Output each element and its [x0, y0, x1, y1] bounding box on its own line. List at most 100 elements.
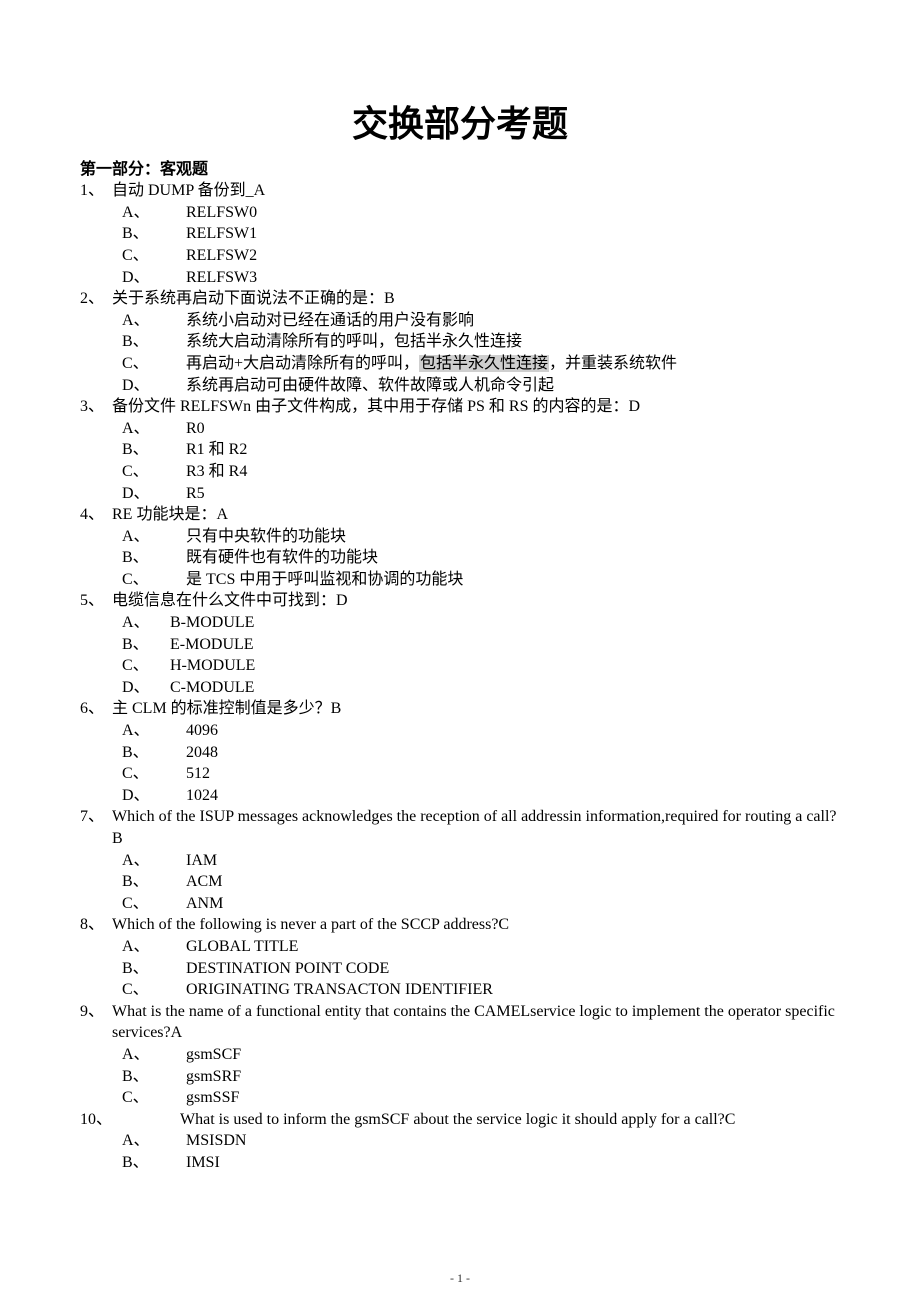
question-number: 10、 — [80, 1109, 180, 1131]
option-letter: D、 — [122, 483, 186, 505]
question: 10、What is used to inform the gsmSCF abo… — [80, 1109, 840, 1174]
option-text: RELFSW1 — [186, 223, 257, 245]
question-number: 9、 — [80, 1001, 112, 1044]
option: C、RELFSW2 — [80, 245, 840, 267]
option: A、R0 — [80, 418, 840, 440]
option: B、IMSI — [80, 1152, 840, 1174]
option-text: R1 和 R2 — [186, 439, 247, 461]
option-text: 既有硬件也有软件的功能块 — [186, 547, 378, 569]
question: 9、What is the name of a functional entit… — [80, 1001, 840, 1109]
question: 2、关于系统再启动下面说法不正确的是：BA、系统小启动对已经在通话的用户没有影响… — [80, 288, 840, 396]
option: A、GLOBAL TITLE — [80, 936, 840, 958]
option-letter: C、 — [122, 569, 186, 591]
option-text: 是 TCS 中用于呼叫监视和协调的功能块 — [186, 569, 463, 591]
option: B、gsmSRF — [80, 1066, 840, 1088]
option-text: RELFSW3 — [186, 267, 257, 289]
option-letter: B、 — [122, 1152, 186, 1174]
option-text: 再启动+大启动清除所有的呼叫，包括半永久性连接，并重装系统软件 — [186, 353, 677, 375]
option-letter: B、 — [122, 871, 186, 893]
option-letter: A、 — [122, 936, 186, 958]
question: 6、主 CLM 的标准控制值是多少？BA、4096B、2048C、512D、10… — [80, 698, 840, 806]
question-stem: 5、电缆信息在什么文件中可找到：D — [80, 590, 840, 612]
option: C、再启动+大启动清除所有的呼叫，包括半永久性连接，并重装系统软件 — [80, 353, 840, 375]
option-text: ORIGINATING TRANSACTON IDENTIFIER — [186, 979, 493, 1001]
option: A、系统小启动对已经在通话的用户没有影响 — [80, 310, 840, 332]
option: A、MSISDN — [80, 1130, 840, 1152]
question-stem: 6、主 CLM 的标准控制值是多少？B — [80, 698, 840, 720]
option-letter: B、 — [122, 634, 170, 656]
question-stem: 4、RE 功能块是：A — [80, 504, 840, 526]
option-letter: C、 — [122, 245, 186, 267]
option-text: B-MODULE — [170, 612, 254, 634]
option-text: ACM — [186, 871, 222, 893]
option-letter: A、 — [122, 720, 186, 742]
option: B、RELFSW1 — [80, 223, 840, 245]
question-stem: 10、What is used to inform the gsmSCF abo… — [80, 1109, 840, 1131]
option-text: E-MODULE — [170, 634, 254, 656]
option-text: MSISDN — [186, 1130, 246, 1152]
question-text: 关于系统再启动下面说法不正确的是：B — [112, 288, 840, 310]
option: D、1024 — [80, 785, 840, 807]
option-letter: B、 — [122, 1066, 186, 1088]
option: D、C-MODULE — [80, 677, 840, 699]
option-text: R0 — [186, 418, 205, 440]
option: B、R1 和 R2 — [80, 439, 840, 461]
question: 8、Which of the following is never a part… — [80, 914, 840, 1000]
option: A、4096 — [80, 720, 840, 742]
question-text: 电缆信息在什么文件中可找到：D — [112, 590, 840, 612]
option-letter: A、 — [122, 202, 186, 224]
option-text: ANM — [186, 893, 223, 915]
option: B、既有硬件也有软件的功能块 — [80, 547, 840, 569]
option-text: gsmSSF — [186, 1087, 239, 1109]
question-stem: 3、备份文件 RELFSWn 由子文件构成，其中用于存储 PS 和 RS 的内容… — [80, 396, 840, 418]
option-letter: B、 — [122, 958, 186, 980]
question-text: 主 CLM 的标准控制值是多少？B — [112, 698, 840, 720]
question-number: 1、 — [80, 180, 112, 202]
option-letter: C、 — [122, 979, 186, 1001]
option: D、R5 — [80, 483, 840, 505]
question-number: 4、 — [80, 504, 112, 526]
question-text: Which of the following is never a part o… — [112, 914, 840, 936]
option-letter: D、 — [122, 677, 170, 699]
option-letter: B、 — [122, 742, 186, 764]
option-letter: D、 — [122, 785, 186, 807]
option-letter: B、 — [122, 547, 186, 569]
option-text: 系统再启动可由硬件故障、软件故障或人机命令引起 — [186, 375, 554, 397]
question: 4、RE 功能块是：AA、只有中央软件的功能块B、既有硬件也有软件的功能块C、是… — [80, 504, 840, 590]
option: D、RELFSW3 — [80, 267, 840, 289]
option-letter: C、 — [122, 461, 186, 483]
section-heading: 第一部分：客观题 — [80, 159, 840, 181]
page-number: - 1 - — [0, 1270, 920, 1286]
option-text: 4096 — [186, 720, 218, 742]
question-number: 2、 — [80, 288, 112, 310]
option: A、gsmSCF — [80, 1044, 840, 1066]
option: C、是 TCS 中用于呼叫监视和协调的功能块 — [80, 569, 840, 591]
option: A、IAM — [80, 850, 840, 872]
question: 3、备份文件 RELFSWn 由子文件构成，其中用于存储 PS 和 RS 的内容… — [80, 396, 840, 504]
question-number: 5、 — [80, 590, 112, 612]
option: A、RELFSW0 — [80, 202, 840, 224]
question-number: 8、 — [80, 914, 112, 936]
option-text: R5 — [186, 483, 205, 505]
option-letter: C、 — [122, 353, 186, 375]
option-letter: C、 — [122, 893, 186, 915]
question: 1、自动 DUMP 备份到_AA、RELFSW0B、RELFSW1C、RELFS… — [80, 180, 840, 288]
option-letter: B、 — [122, 223, 186, 245]
option: B、DESTINATION POINT CODE — [80, 958, 840, 980]
option: C、512 — [80, 763, 840, 785]
question-text: What is used to inform the gsmSCF about … — [180, 1109, 840, 1131]
option: B、2048 — [80, 742, 840, 764]
option: C、ORIGINATING TRANSACTON IDENTIFIER — [80, 979, 840, 1001]
option: C、H-MODULE — [80, 655, 840, 677]
option-text: 2048 — [186, 742, 218, 764]
option: C、R3 和 R4 — [80, 461, 840, 483]
question-text: 自动 DUMP 备份到_A — [112, 180, 840, 202]
option: A、只有中央软件的功能块 — [80, 526, 840, 548]
option-text: RELFSW0 — [186, 202, 257, 224]
option-letter: A、 — [122, 418, 186, 440]
option-text: 系统大启动清除所有的呼叫，包括半永久性连接 — [186, 331, 522, 353]
option: B、E-MODULE — [80, 634, 840, 656]
question: 5、电缆信息在什么文件中可找到：DA、B-MODULEB、E-MODULEC、H… — [80, 590, 840, 698]
option-letter: C、 — [122, 1087, 186, 1109]
question-stem: 8、Which of the following is never a part… — [80, 914, 840, 936]
